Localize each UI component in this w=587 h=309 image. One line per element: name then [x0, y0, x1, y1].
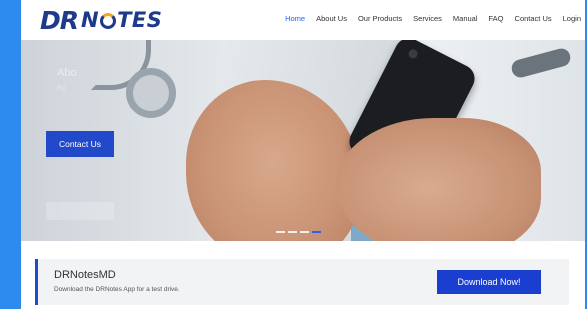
download-promo-banner: DRNotesMD Download the DRNotes App for a… [35, 259, 569, 305]
logo-dr: DR [40, 5, 79, 35]
hero-image-right-hand [336, 118, 541, 241]
carousel-indicators [276, 231, 321, 233]
logo-notes-n: N [81, 8, 100, 32]
hero-faded-button [46, 202, 114, 220]
main-nav: Home About Us Our Products Services Manu… [285, 14, 581, 23]
logo-notes-rest: TES [117, 8, 163, 32]
nav-services[interactable]: Services [413, 14, 442, 23]
contact-us-button[interactable]: Contact Us [46, 131, 114, 157]
site-header: DR N TES Home About Us Our Products Serv… [21, 0, 585, 40]
nav-login[interactable]: Login [563, 14, 581, 23]
hero-faded-subtitle: Fo [57, 85, 66, 92]
promo-title: DRNotesMD [54, 269, 116, 281]
carousel-dot-2[interactable] [288, 231, 297, 233]
nav-manual[interactable]: Manual [453, 14, 478, 23]
download-now-button[interactable]: Download Now! [437, 270, 541, 294]
logo-notes: N TES [81, 8, 162, 32]
drnotes-logo[interactable]: DR N TES [40, 5, 162, 35]
stethoscope-icon [126, 68, 176, 118]
carousel-dot-1[interactable] [276, 231, 285, 233]
carousel-dot-4[interactable] [312, 231, 321, 233]
nav-faq[interactable]: FAQ [489, 14, 504, 23]
hero-image-left-hand [186, 80, 361, 241]
hero-faded-title: Abo [57, 67, 77, 79]
promo-subtitle: Download the DRNotes App for a test driv… [54, 286, 180, 293]
nav-home[interactable]: Home [285, 14, 305, 23]
page: DR N TES Home About Us Our Products Serv… [21, 0, 585, 309]
nav-contact-us[interactable]: Contact Us [515, 14, 552, 23]
nav-about-us[interactable]: About Us [316, 14, 347, 23]
carousel-dot-3[interactable] [300, 231, 309, 233]
nav-our-products[interactable]: Our Products [358, 14, 402, 23]
hero-carousel: Abo Fo Contact Us [21, 40, 585, 241]
logo-o-icon [100, 13, 117, 29]
